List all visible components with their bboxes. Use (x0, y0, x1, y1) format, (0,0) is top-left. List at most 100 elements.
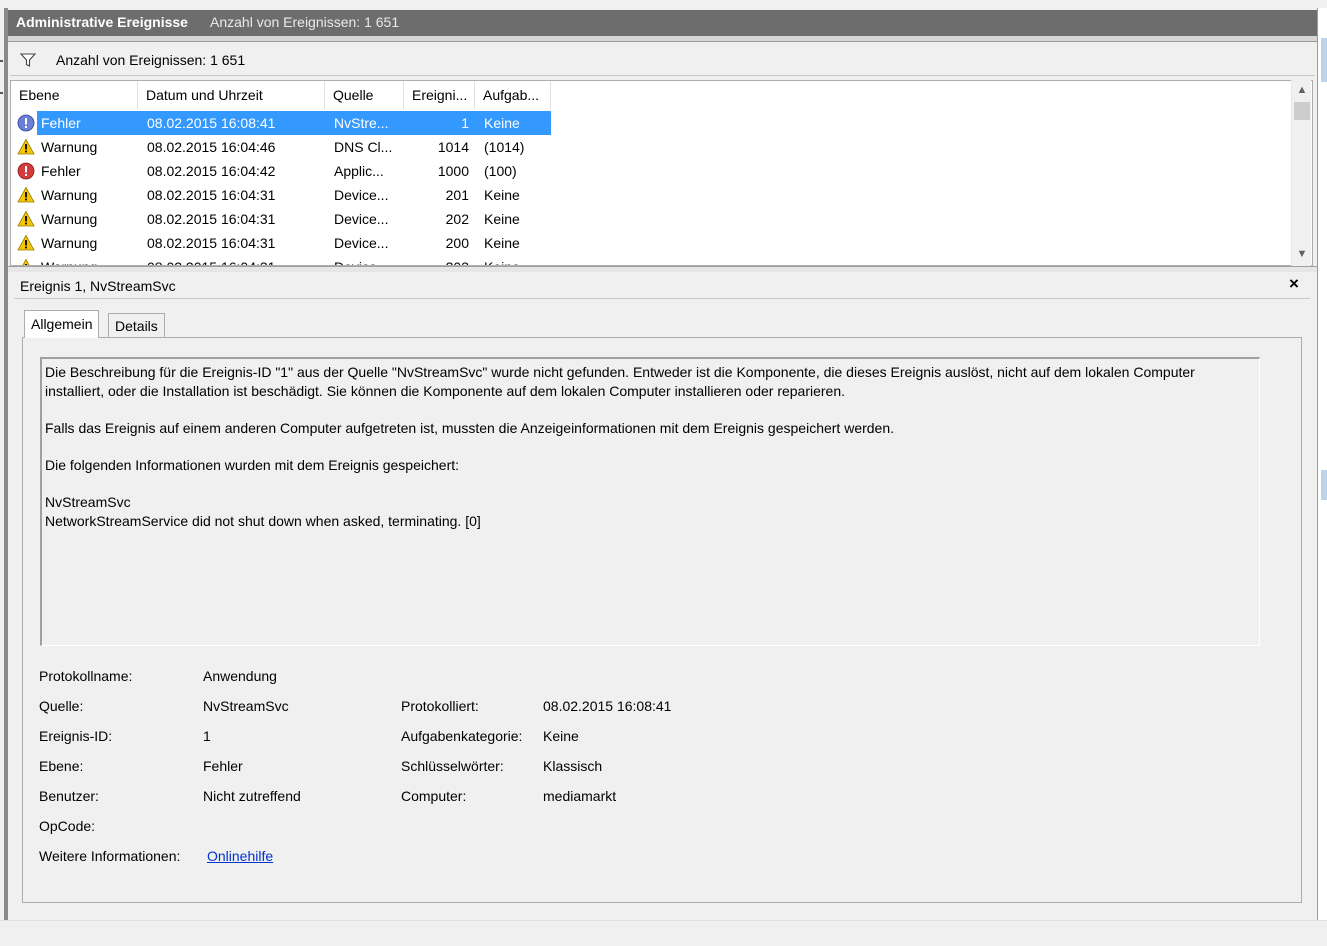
event-count-title: Anzahl von Ereignissen: 1 651 (210, 14, 400, 30)
label-event-id: Ereignis-ID: (39, 728, 113, 744)
cell-datetime: 08.02.2015 16:04:31 (147, 211, 276, 227)
list-scrollbar[interactable]: ▲ ▼ (1291, 80, 1311, 266)
cell-level: Fehler (41, 115, 81, 131)
cell-level: Warnung (41, 235, 98, 251)
cell-task: Keine (484, 115, 520, 131)
column-header-event-id[interactable]: Ereigni... (404, 81, 475, 109)
cell-task: Keine (484, 211, 520, 227)
cell-level: Warnung (41, 187, 98, 203)
cell-source: DNS Cl... (334, 139, 393, 155)
event-row[interactable]: Warnung 08.02.2015 16:04:31 Device... 200 Ke… (11, 231, 1291, 255)
event-row[interactable]: Warnung 08.02.2015 16:04:31 Device... 202 Ke… (11, 207, 1291, 231)
cell-source: Device... (334, 235, 389, 251)
scroll-down-icon[interactable]: ▼ (1292, 244, 1312, 264)
column-header-level[interactable]: Ebene (11, 81, 138, 109)
value-log-name: Anwendung (203, 668, 277, 684)
value-computer: mediamarkt (543, 788, 617, 804)
label-task-category: Aufgabenkategorie: (401, 728, 523, 744)
error-icon (17, 162, 35, 180)
cell-level: Warnung (41, 255, 136, 265)
label-source: Quelle: (39, 698, 84, 714)
cell-event-id: 203 (404, 255, 469, 265)
cell-level: Fehler (41, 163, 81, 179)
title-separator (8, 36, 1317, 42)
column-header-datetime[interactable]: Datum und Uhrzeit (138, 81, 325, 109)
value-logged: 08.02.2015 16:08:41 (543, 698, 672, 714)
cell-event-id: 202 (445, 211, 469, 227)
label-keywords: Schlüsselwörter: (401, 758, 504, 774)
bottom-strip (0, 920, 1327, 946)
cell-event-id: 200 (445, 235, 469, 251)
event-detail-title: Ereignis 1, NvStreamSvc (20, 278, 176, 294)
cell-datetime: 08.02.2015 16:04:46 (147, 139, 276, 155)
event-row[interactable]: Warnung 08.02.2015 16:04:31 Device...203 Ke… (11, 255, 1291, 265)
cell-task: (100) (484, 163, 517, 179)
right-frame-border (1317, 8, 1327, 920)
scroll-up-icon[interactable]: ▲ (1292, 80, 1312, 100)
cell-datetime: 08.02.2015 16:04:31 (147, 235, 276, 251)
filter-icon[interactable] (20, 52, 36, 68)
cell-source: Device... (334, 211, 389, 227)
value-level: Fehler (203, 758, 243, 774)
cell-task: (1014) (484, 139, 525, 155)
cell-source: Applic... (334, 163, 384, 179)
column-header-source[interactable]: Quelle (325, 81, 404, 109)
label-level: Ebene: (39, 758, 84, 774)
description-paragraph: Die folgenden Informationen wurden mit d… (45, 457, 460, 473)
tab-general[interactable]: Allgemein (24, 310, 100, 338)
warning-icon (17, 210, 35, 228)
detail-separator (14, 298, 1310, 299)
value-event-id: 1 (203, 728, 211, 744)
close-icon[interactable]: × (1285, 274, 1303, 294)
filter-count-text: Anzahl von Ereignissen: 1 651 (56, 52, 246, 68)
description-paragraph: Die Beschreibung für die Ereignis-ID "1"… (45, 364, 1195, 399)
value-keywords: Klassisch (543, 758, 603, 774)
label-computer: Computer: (401, 788, 467, 804)
cell-source: NvStre... (334, 115, 389, 131)
cell-datetime: 08.02.2015 16:04:31 (147, 187, 276, 203)
cell-event-id: 1014 (437, 139, 469, 155)
left-frame-border (4, 8, 8, 920)
cell-level: Warnung (41, 211, 98, 227)
pane-splitter[interactable] (8, 266, 1317, 272)
warning-icon (17, 138, 35, 156)
label-opcode: OpCode: (39, 818, 96, 834)
cell-task: Keine (484, 235, 520, 251)
filter-bar: Anzahl von Ereignissen: 1 651 (10, 46, 1315, 76)
event-row[interactable]: Warnung 08.02.2015 16:04:46 DNS Cl... 1014 (… (11, 135, 1291, 159)
scroll-thumb[interactable] (1294, 102, 1310, 120)
tab-details[interactable]: Details (108, 313, 165, 337)
view-title: Administrative Ereignisse (16, 14, 188, 30)
value-task-category: Keine (543, 728, 579, 744)
cell-datetime: 08.02.2015 16:04:31 (147, 255, 323, 265)
info-error-icon (17, 114, 35, 132)
view-title-bar: Administrative Ereignisse Anzahl von Ere… (8, 10, 1317, 36)
cell-level: Warnung (41, 139, 98, 155)
event-row[interactable]: Warnung 08.02.2015 16:04:31 Device... 201 Ke… (11, 183, 1291, 207)
description-source-line: NvStreamSvc (45, 494, 131, 510)
cell-datetime: 08.02.2015 16:08:41 (147, 115, 276, 131)
cell-source: Device... (334, 255, 402, 265)
label-logged: Protokolliert: (401, 698, 479, 714)
warning-icon (17, 186, 35, 204)
cell-task: Keine (484, 255, 550, 265)
event-description[interactable]: Die Beschreibung für die Ereignis-ID "1"… (40, 357, 1260, 646)
description-message-line: NetworkStreamService did not shut down w… (45, 513, 481, 529)
value-user: Nicht zutreffend (203, 788, 301, 804)
event-row[interactable]: Fehler 08.02.2015 16:08:41 NvStre... 1 Keine (11, 111, 1291, 135)
cell-event-id: 1 (461, 115, 469, 131)
left-edge-marks (0, 60, 3, 100)
label-user: Benutzer: (39, 788, 99, 804)
online-help-link[interactable]: Onlinehilfe (207, 848, 273, 864)
event-list[interactable]: Ebene Datum und Uhrzeit Quelle Ereigni..… (10, 80, 1313, 266)
cell-source: Device... (334, 187, 389, 203)
event-row[interactable]: Fehler 08.02.2015 16:04:42 Applic... 1000 (1… (11, 159, 1291, 183)
value-source: NvStreamSvc (203, 698, 289, 714)
cell-event-id: 201 (445, 187, 469, 203)
column-header-task[interactable]: Aufgab... (475, 81, 551, 109)
label-more-info: Weitere Informationen: (39, 848, 181, 864)
warning-icon (17, 234, 35, 252)
cell-task: Keine (484, 187, 520, 203)
cell-event-id: 1000 (437, 163, 469, 179)
label-log-name: Protokollname: (39, 668, 133, 684)
